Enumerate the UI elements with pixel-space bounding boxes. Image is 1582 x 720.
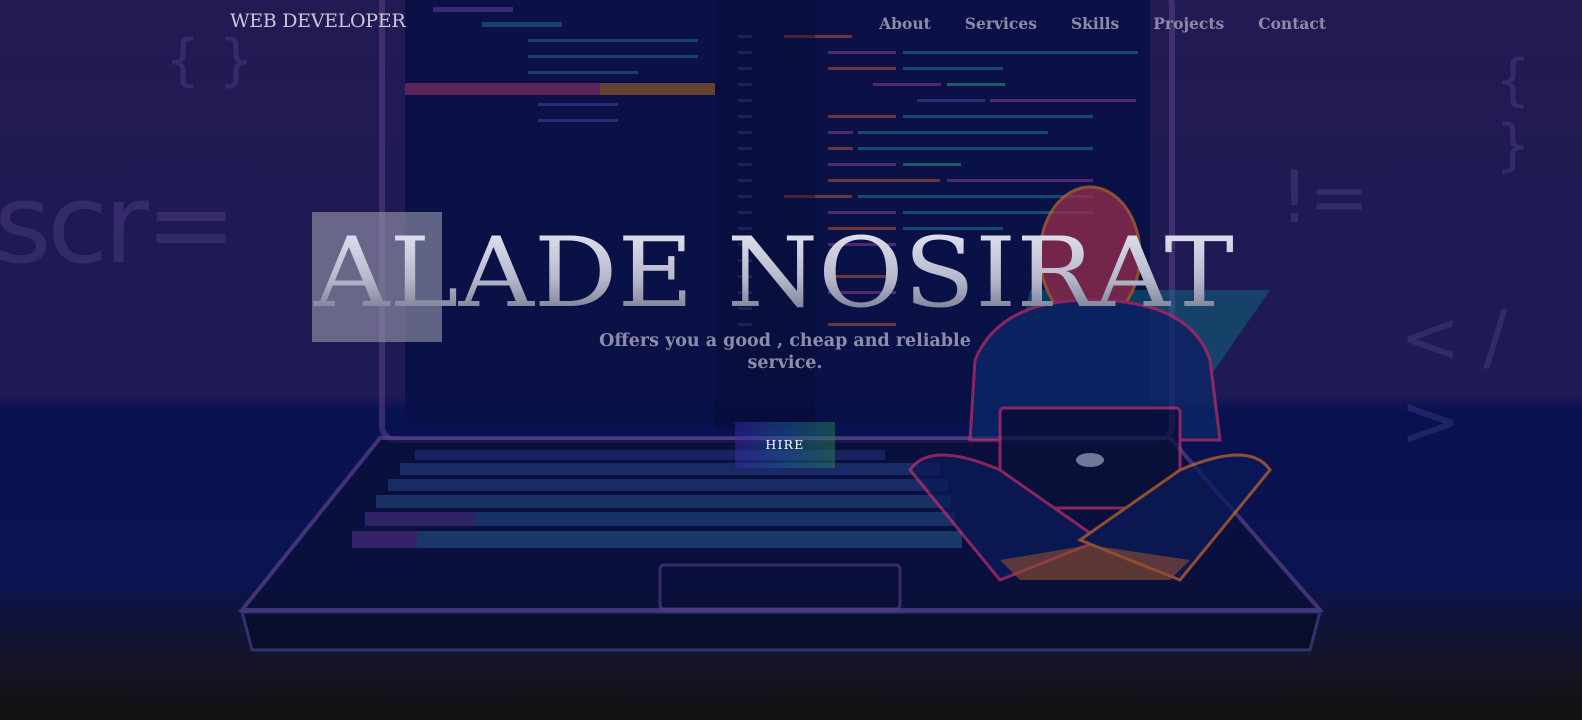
- nav-link-about[interactable]: About: [879, 14, 931, 33]
- hero-title-graphic: ALADE NOSIRAT: [313, 217, 1234, 329]
- nav-link-services[interactable]: Services: [965, 14, 1037, 33]
- hire-button[interactable]: HIRE: [735, 422, 835, 468]
- bg-glyph-script: scr=: [0, 160, 237, 288]
- hero-title: ALADE NOSIRAT: [310, 212, 1270, 342]
- top-navigation: WEB DEVELOPER About Services Skills Proj…: [0, 0, 1582, 48]
- bg-glyph-braces-right: { }: [1495, 48, 1531, 178]
- bg-glyph-tag: < / >: [1400, 295, 1508, 463]
- nav-link-skills[interactable]: Skills: [1071, 14, 1119, 33]
- nav-menu: About Services Skills Projects Contact: [845, 14, 1326, 33]
- site-logo[interactable]: WEB DEVELOPER: [230, 10, 406, 32]
- hero-tagline: Offers you a good , cheap and reliable s…: [599, 331, 971, 373]
- nav-link-contact[interactable]: Contact: [1258, 14, 1326, 33]
- nav-link-projects[interactable]: Projects: [1153, 14, 1224, 33]
- page: { } scr= { } != < / > WEB DEVELOPER Abou…: [0, 0, 1582, 720]
- hero-title-text: ALADE NOSIRAT: [313, 217, 1234, 329]
- bg-glyph-not-equal: !=: [1280, 155, 1370, 239]
